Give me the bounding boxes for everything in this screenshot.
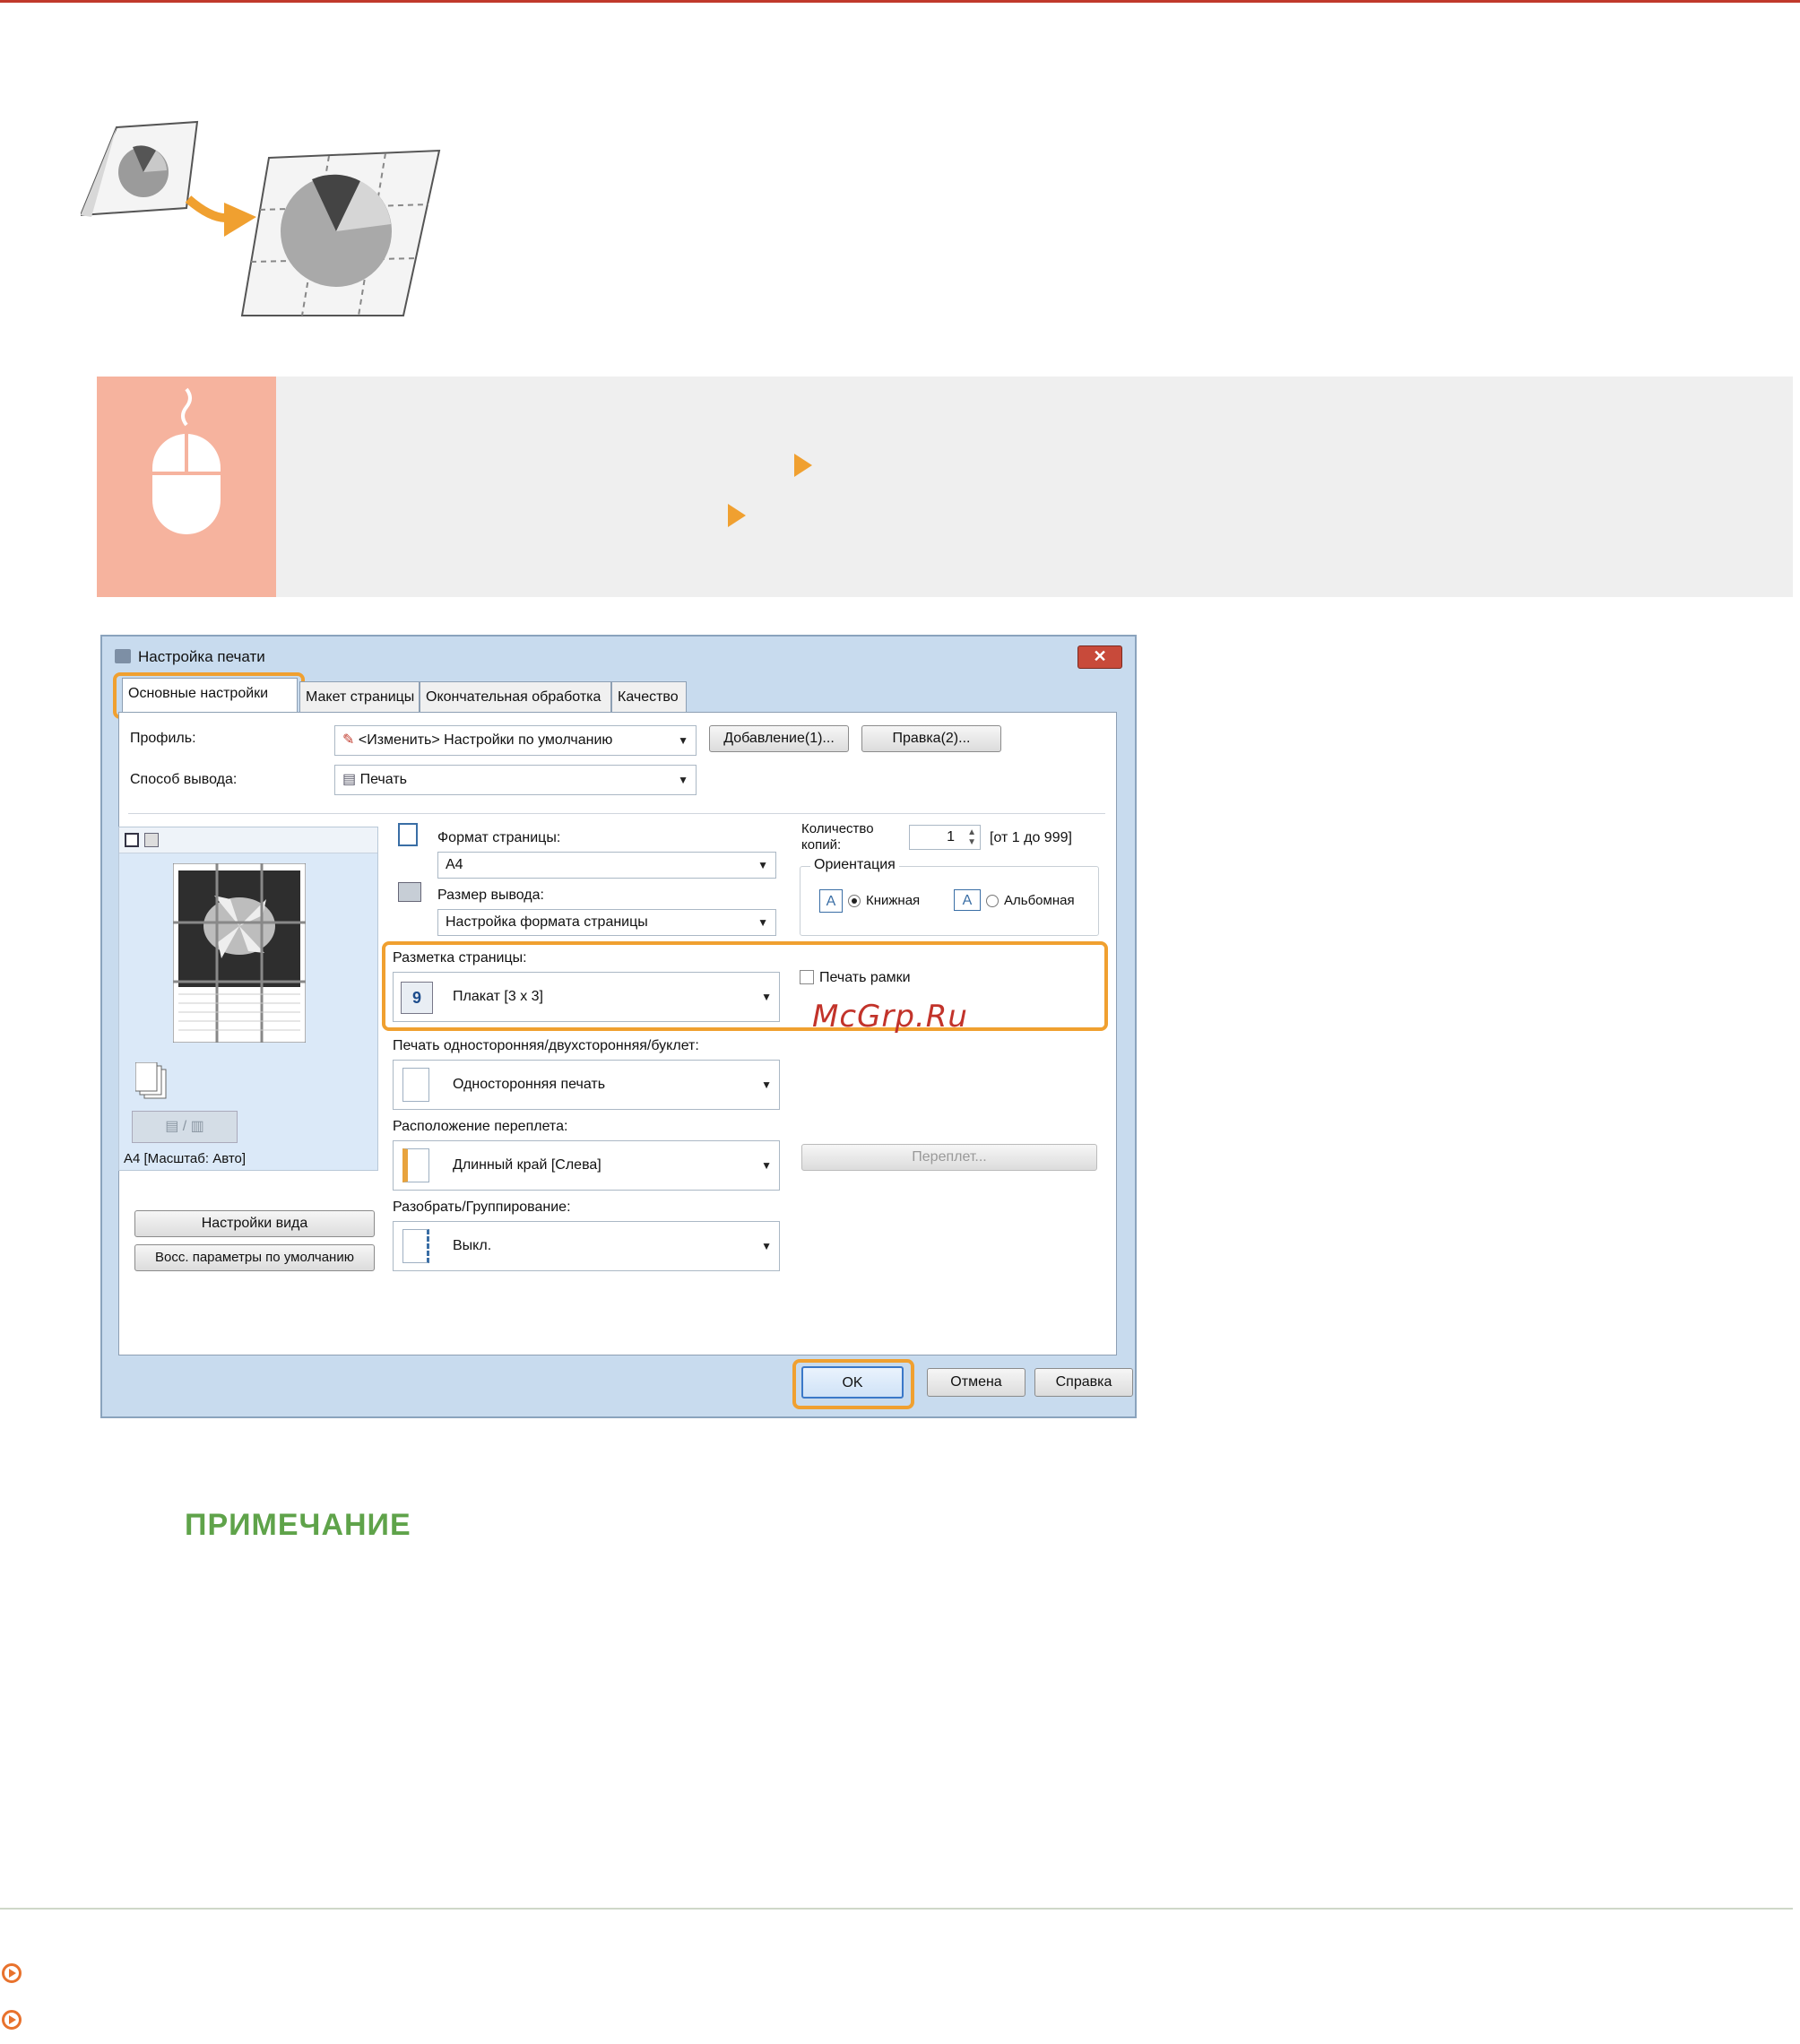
- tab-page-layout[interactable]: Макет страницы: [299, 681, 420, 712]
- copies-value: 1: [947, 829, 955, 844]
- print-border-label: Печать рамки: [819, 970, 911, 985]
- output-size-label: Размер вывода:: [437, 888, 544, 903]
- help-button[interactable]: Справка: [1034, 1368, 1133, 1397]
- tab-basic-settings[interactable]: Основные настройки: [122, 678, 298, 712]
- edit-profile-button[interactable]: Правка(2)...: [861, 725, 1001, 752]
- note-heading: ПРИМЕЧАНИЕ: [185, 1508, 411, 1542]
- cancel-button[interactable]: Отмена: [927, 1368, 1025, 1397]
- duplex-select[interactable]: Односторонняя печать ▼: [393, 1060, 780, 1110]
- divider: [128, 813, 1105, 814]
- landscape-icon: A: [954, 889, 981, 911]
- page-layout-value: Плакат [3 x 3]: [453, 989, 543, 1004]
- duplex-value: Односторонняя печать: [453, 1077, 606, 1092]
- preview-caption: A4 [Масштаб: Авто]: [124, 1151, 247, 1166]
- arrow-icon: [185, 195, 256, 237]
- poster-preview-image: [173, 863, 306, 1043]
- page-size-label: Формат страницы:: [437, 830, 561, 845]
- printer-icon: ▤: [342, 772, 360, 787]
- profile-value: <Изменить> Настройки по умолчанию: [358, 732, 613, 748]
- mouse-panel: [97, 377, 276, 597]
- instruction-banner: [97, 377, 1793, 597]
- page-layout-select[interactable]: 9 Плакат [3 x 3] ▼: [393, 972, 780, 1022]
- binding-left-icon: [402, 1148, 429, 1182]
- collate-value: Выкл.: [453, 1238, 492, 1253]
- footer-rule: [0, 1908, 1793, 1910]
- copies-stack-icon: [135, 1062, 167, 1099]
- printer-view-icon[interactable]: [144, 833, 159, 847]
- output-method-label: Способ вывода:: [130, 772, 238, 787]
- chevron-down-icon: ▼: [757, 916, 768, 929]
- ok-button[interactable]: OK: [801, 1366, 904, 1399]
- print-border-checkbox[interactable]: [800, 970, 814, 984]
- view-settings-button[interactable]: Настройки вида: [134, 1210, 375, 1237]
- chevron-down-icon: ▼: [678, 734, 688, 747]
- preview-toolbar: [119, 827, 377, 853]
- source-page-icon: [81, 120, 199, 217]
- pencil-icon: ✎: [342, 732, 359, 748]
- landscape-label: Альбомная: [1004, 893, 1075, 908]
- collate-select[interactable]: Выкл. ▼: [393, 1221, 780, 1271]
- portrait-icon: A: [819, 889, 843, 913]
- window-title: Настройка печати: [138, 648, 265, 665]
- landscape-radio[interactable]: [986, 895, 999, 907]
- printer-icon: [115, 649, 131, 663]
- collate-off-icon: [402, 1229, 429, 1263]
- preview-pane: ▤ / ▥: [118, 827, 378, 1171]
- link-arrow-icon[interactable]: [2, 1963, 22, 1983]
- orientation-label: Ориентация: [810, 857, 899, 873]
- chevron-down-icon: ▼: [761, 1159, 772, 1172]
- step-arrow-icon: [794, 454, 812, 477]
- copies-input[interactable]: 1 ▲ ▼: [909, 825, 981, 850]
- tab-finishing[interactable]: Окончательная обработка: [420, 681, 611, 712]
- page-size-icon: [398, 823, 418, 846]
- chevron-down-icon: ▼: [757, 859, 768, 871]
- poster-page-icon: [240, 149, 441, 316]
- step-arrow-icon: [728, 504, 746, 527]
- tab-quality[interactable]: Качество: [611, 681, 687, 712]
- close-button[interactable]: ✕: [1077, 645, 1122, 669]
- output-size-select[interactable]: Настройка формата страницы ▼: [437, 909, 776, 936]
- duplex-preview-toggle[interactable]: ▤ / ▥: [132, 1111, 238, 1143]
- binding-value: Длинный край [Слева]: [453, 1157, 601, 1173]
- chevron-down-icon: ▼: [678, 774, 688, 786]
- copies-label: Количество копий:: [801, 821, 874, 853]
- output-method-select[interactable]: ▤ Печать ▼: [334, 765, 697, 795]
- restore-defaults-button[interactable]: Восс. параметры по умолчанию: [134, 1244, 375, 1271]
- portrait-radio[interactable]: [848, 895, 861, 907]
- portrait-label: Книжная: [866, 893, 921, 908]
- collate-label: Разобрать/Группирование:: [393, 1200, 571, 1215]
- chevron-down-icon: ▼: [761, 1078, 772, 1091]
- output-size-value: Настройка формата страницы: [446, 914, 648, 930]
- page-view-icon[interactable]: [125, 833, 139, 847]
- binding-select[interactable]: Длинный край [Слева] ▼: [393, 1140, 780, 1191]
- binding-button[interactable]: Переплет...: [801, 1144, 1097, 1171]
- binding-label: Расположение переплета:: [393, 1119, 568, 1134]
- mouse-icon: [152, 387, 221, 534]
- page-size-select[interactable]: A4 ▼: [437, 852, 776, 879]
- copies-range: [от 1 до 999]: [990, 830, 1072, 845]
- watermark: McGrp.Ru: [812, 999, 968, 1035]
- chevron-down-icon: ▼: [761, 1240, 772, 1252]
- add-profile-button[interactable]: Добавление(1)...: [709, 725, 849, 752]
- print-settings-dialog: Настройка печати ✕ Основные настройки Ма…: [100, 635, 1137, 1418]
- profile-label: Профиль:: [130, 731, 196, 746]
- poster-layout-icon: 9: [401, 982, 433, 1014]
- duplex-label: Печать односторонняя/двухсторонняя/букле…: [393, 1038, 699, 1053]
- poster-illustration: [81, 120, 441, 316]
- page-layout-label: Разметка страницы:: [393, 950, 527, 966]
- profile-select[interactable]: ✎ <Изменить> Настройки по умолчанию ▼: [334, 725, 697, 756]
- output-method-value: Печать: [359, 772, 407, 787]
- printer-icon: [398, 882, 421, 902]
- page-size-value: A4: [446, 857, 463, 872]
- chevron-down-icon: ▼: [761, 991, 772, 1003]
- single-sided-icon: [402, 1068, 429, 1102]
- link-arrow-icon[interactable]: [2, 2010, 22, 2030]
- spinner-arrows-icon[interactable]: ▲ ▼: [967, 827, 976, 847]
- top-rule: [0, 0, 1800, 3]
